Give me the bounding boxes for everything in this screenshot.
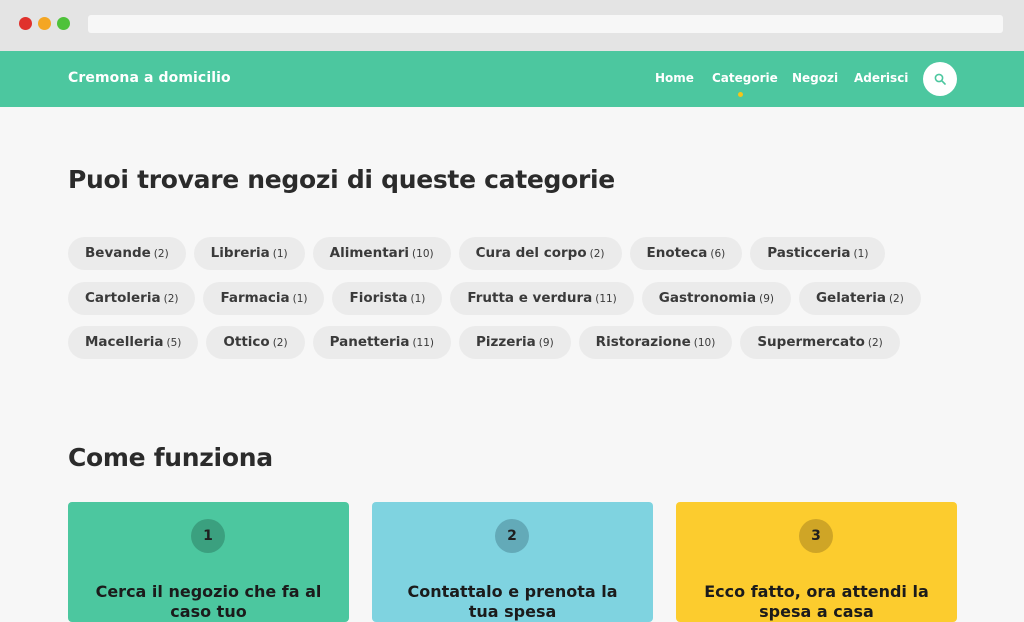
categories-title: Puoi trovare negozi di queste categorie bbox=[68, 165, 615, 194]
category-pill-frutta-e-verdura[interactable]: Frutta e verdura (11) bbox=[450, 282, 634, 315]
category-name: Cura del corpo bbox=[475, 245, 587, 261]
category-count: (10) bbox=[412, 248, 434, 260]
category-count: (2) bbox=[272, 337, 288, 349]
category-count: (2) bbox=[867, 337, 883, 349]
category-pill-gelateria[interactable]: Gelateria (2) bbox=[798, 282, 921, 315]
category-count: (2) bbox=[888, 293, 904, 305]
nav-home[interactable]: Home bbox=[655, 71, 694, 85]
category-pill-alimentari[interactable]: Alimentari (10) bbox=[312, 237, 451, 270]
category-pill-cartoleria[interactable]: Cartoleria (2) bbox=[68, 282, 196, 315]
step-text: Contattalo e prenota la tua spesa bbox=[407, 582, 618, 621]
address-bar[interactable] bbox=[88, 15, 1003, 33]
category-name: Cartoleria bbox=[85, 290, 161, 306]
category-name: Pizzeria bbox=[476, 334, 536, 350]
category-pill-ristorazione[interactable]: Ristorazione (10) bbox=[578, 326, 733, 359]
category-count: (1) bbox=[292, 293, 308, 305]
category-name: Gastronomia bbox=[658, 290, 757, 306]
step-card-2: 2 Contattalo e prenota la tua spesa bbox=[372, 502, 653, 622]
step-text: Cerca il negozio che fa al caso tuo bbox=[95, 582, 322, 621]
category-count: (6) bbox=[710, 248, 726, 260]
category-count: (9) bbox=[759, 293, 774, 305]
category-pill-gastronomia[interactable]: Gastronomia (9) bbox=[641, 282, 791, 315]
minimize-window-button[interactable] bbox=[38, 17, 51, 30]
step-number-badge: 1 bbox=[191, 519, 225, 553]
category-count: (10) bbox=[693, 337, 716, 349]
category-name: Panetteria bbox=[329, 334, 410, 350]
category-pill-pizzeria[interactable]: Pizzeria (9) bbox=[459, 326, 571, 359]
browser-toolbar bbox=[0, 0, 1024, 51]
category-count: (1) bbox=[272, 248, 288, 260]
category-count: (11) bbox=[412, 337, 434, 349]
category-name: Supermercato bbox=[757, 334, 865, 350]
category-name: Ristorazione bbox=[595, 334, 691, 350]
category-count: (9) bbox=[538, 337, 554, 349]
how-it-works-title: Come funziona bbox=[68, 443, 273, 472]
step-text: Ecco fatto, ora attendi la spesa a casa bbox=[704, 582, 929, 621]
nav-aderisci[interactable]: Aderisci bbox=[854, 71, 908, 85]
category-name: Frutta e verdura bbox=[467, 290, 593, 306]
search-button[interactable] bbox=[923, 62, 957, 96]
category-name: Alimentari bbox=[329, 245, 410, 261]
category-pill-ottico[interactable]: Ottico (2) bbox=[206, 326, 305, 359]
category-name: Fiorista bbox=[349, 290, 408, 306]
active-nav-indicator bbox=[738, 92, 743, 97]
category-pill-fiorista[interactable]: Fiorista (1) bbox=[332, 282, 443, 315]
step-number-badge: 2 bbox=[495, 519, 529, 553]
step-card-1: 1 Cerca il negozio che fa al caso tuo bbox=[68, 502, 349, 622]
category-pill-farmacia[interactable]: Farmacia (1) bbox=[203, 282, 325, 315]
close-window-button[interactable] bbox=[19, 17, 32, 30]
category-pill-enoteca[interactable]: Enoteca (6) bbox=[629, 237, 743, 270]
category-name: Farmacia bbox=[220, 290, 290, 306]
category-count: (2) bbox=[589, 248, 605, 260]
main-nav: Home Categorie Negozi Aderisci bbox=[0, 71, 1024, 97]
category-pill-macelleria[interactable]: Macelleria (5) bbox=[68, 326, 199, 359]
category-name: Bevande bbox=[85, 245, 151, 261]
category-count: (1) bbox=[410, 293, 426, 305]
step-number-badge: 3 bbox=[799, 519, 833, 553]
category-count: (11) bbox=[595, 293, 617, 305]
category-count: (1) bbox=[853, 248, 869, 260]
category-count: (5) bbox=[166, 337, 182, 349]
category-pill-cura-del-corpo[interactable]: Cura del corpo (2) bbox=[458, 237, 622, 270]
nav-negozi[interactable]: Negozi bbox=[792, 71, 838, 85]
search-icon bbox=[934, 73, 946, 85]
category-pill-pasticceria[interactable]: Pasticceria (1) bbox=[750, 237, 886, 270]
category-count: (2) bbox=[153, 248, 169, 260]
category-name: Gelateria bbox=[815, 290, 886, 306]
site-header: Cremona a domicilio Home Categorie Negoz… bbox=[0, 51, 1024, 107]
category-count: (2) bbox=[163, 293, 179, 305]
category-pill-panetteria[interactable]: Panetteria (11) bbox=[312, 326, 451, 359]
category-pill-libreria[interactable]: Libreria (1) bbox=[193, 237, 305, 270]
category-name: Libreria bbox=[210, 245, 270, 261]
category-pill-bevande[interactable]: Bevande (2) bbox=[68, 237, 186, 270]
nav-categorie[interactable]: Categorie bbox=[712, 71, 778, 85]
category-name: Macelleria bbox=[85, 334, 164, 350]
category-pill-supermercato[interactable]: Supermercato (2) bbox=[740, 326, 900, 359]
category-name: Enoteca bbox=[646, 245, 708, 261]
category-name: Pasticceria bbox=[767, 245, 851, 261]
category-name: Ottico bbox=[223, 334, 270, 350]
maximize-window-button[interactable] bbox=[57, 17, 70, 30]
step-card-3: 3 Ecco fatto, ora attendi la spesa a cas… bbox=[676, 502, 957, 622]
